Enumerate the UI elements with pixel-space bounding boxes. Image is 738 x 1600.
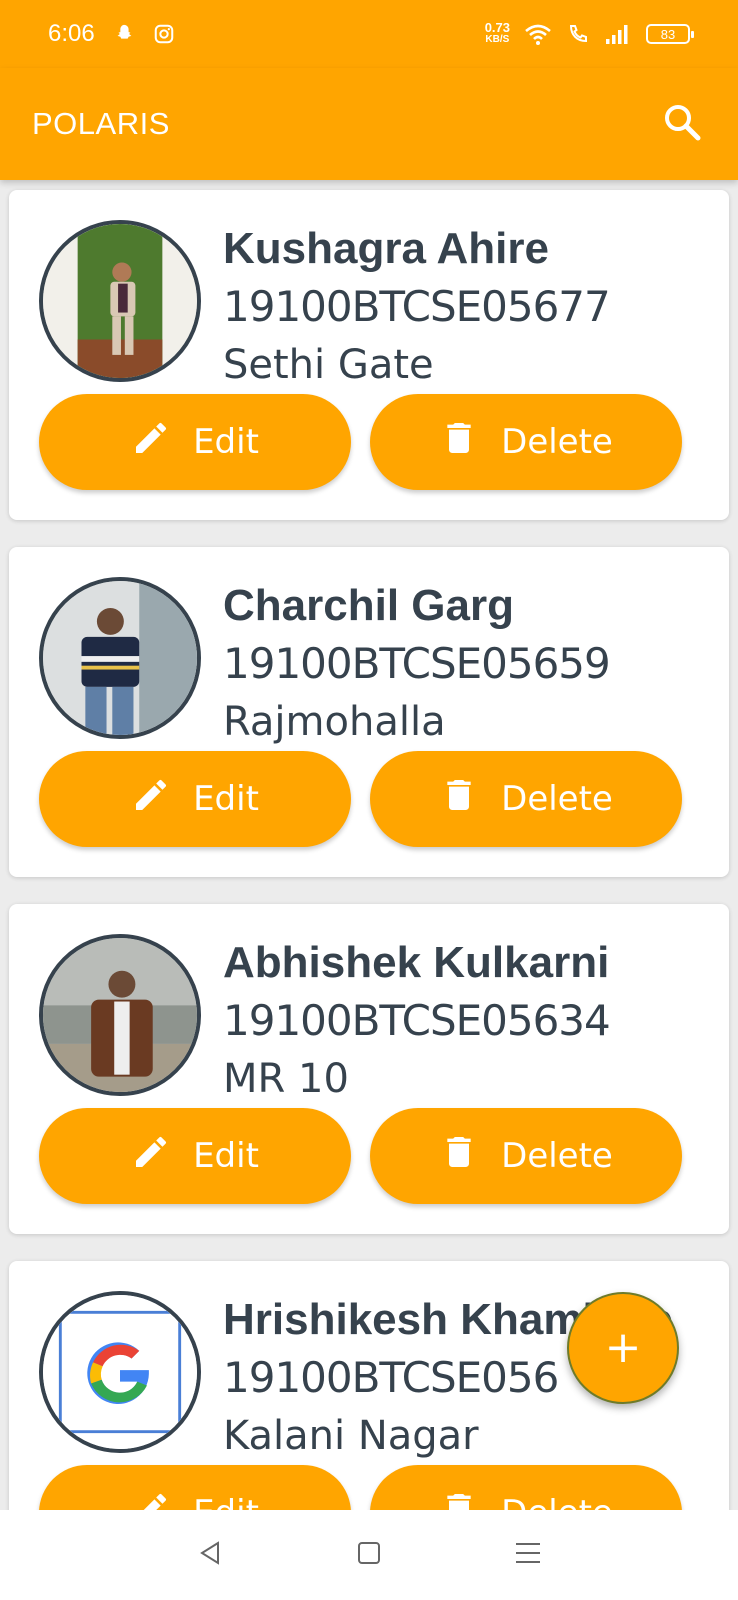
menu-lines-icon: [513, 1539, 543, 1571]
back-triangle-icon: [196, 1539, 224, 1571]
nav-home-button[interactable]: [345, 1531, 393, 1579]
search-button[interactable]: [658, 100, 706, 148]
battery-indicator: 83: [646, 24, 694, 44]
trash-icon: [439, 1132, 479, 1181]
pencil-icon: [131, 1489, 171, 1510]
pencil-icon: [131, 418, 171, 467]
student-address: Sethi Gate: [223, 342, 434, 388]
student-card: Kushagra Ahire 19100BTCSE05677 Sethi Gat…: [9, 190, 729, 520]
network-speed-unit: KB/S: [485, 34, 510, 45]
edit-button-label: Edit: [193, 1493, 259, 1510]
snapchat-icon: [113, 23, 135, 45]
student-name: Abhishek Kulkarni: [223, 938, 610, 987]
signal-icon: [604, 23, 632, 45]
network-speed-value: 0.73: [484, 20, 510, 35]
plus-icon: +: [604, 1322, 642, 1373]
network-speed: 0.73 KB/S: [484, 20, 510, 46]
delete-button[interactable]: Delete: [370, 1108, 682, 1204]
student-roll-number: 19100BTCSE05677: [223, 282, 611, 331]
student-card: Abhishek Kulkarni 19100BTCSE05634 MR 10 …: [9, 904, 729, 1234]
status-bar: 6:06 0.73 KB/S 83: [0, 0, 738, 68]
student-name: Charchil Garg: [223, 581, 514, 630]
edit-button-label: Edit: [193, 422, 259, 462]
nav-back-button[interactable]: [186, 1531, 234, 1579]
nav-menu-button[interactable]: [504, 1531, 552, 1579]
avatar[interactable]: [39, 577, 201, 739]
app-title: POLARIS: [32, 106, 170, 141]
system-nav-bar: [0, 1510, 738, 1600]
trash-icon: [439, 775, 479, 824]
avatar-photo: [43, 224, 197, 378]
delete-button[interactable]: Delete: [370, 751, 682, 847]
app-bar: POLARIS: [0, 68, 738, 180]
add-student-button[interactable]: +: [567, 1292, 679, 1404]
delete-button-label: Delete: [501, 1493, 613, 1510]
trash-icon: [439, 1489, 479, 1510]
edit-button[interactable]: Edit: [39, 394, 351, 490]
avatar-photo: [43, 581, 197, 735]
delete-button[interactable]: Delete: [370, 394, 682, 490]
student-roll-number: 19100BTCSE05634: [223, 996, 611, 1045]
avatar-photo: [43, 938, 197, 1092]
google-logo-icon: [43, 1295, 197, 1449]
wifi-icon: [524, 22, 552, 46]
search-icon: [662, 102, 702, 146]
student-name: Kushagra Ahire: [223, 224, 550, 273]
pencil-icon: [131, 775, 171, 824]
wifi-calling-icon: [566, 22, 590, 46]
edit-button-label: Edit: [193, 1136, 259, 1176]
avatar[interactable]: [39, 220, 201, 382]
student-info: Kushagra Ahire 19100BTCSE05677 Sethi Gat…: [223, 220, 719, 394]
delete-button-label: Delete: [501, 1136, 613, 1176]
pencil-icon: [131, 1132, 171, 1181]
home-square-icon: [355, 1539, 383, 1571]
battery-level: 83: [660, 26, 676, 42]
student-roll-number: 19100BTCSE05659: [223, 639, 611, 688]
student-info: Charchil Garg 19100BTCSE05659 Rajmohalla: [223, 577, 719, 751]
status-time: 6:06: [48, 20, 95, 47]
edit-button[interactable]: Edit: [39, 1465, 351, 1510]
avatar[interactable]: [39, 1291, 201, 1453]
avatar[interactable]: [39, 934, 201, 1096]
student-address: Rajmohalla: [223, 699, 446, 745]
edit-button-label: Edit: [193, 779, 259, 819]
delete-button-label: Delete: [501, 422, 613, 462]
edit-button[interactable]: Edit: [39, 751, 351, 847]
student-info: Abhishek Kulkarni 19100BTCSE05634 MR 10: [223, 934, 719, 1108]
student-address: Kalani Nagar: [223, 1413, 479, 1459]
student-card: Charchil Garg 19100BTCSE05659 Rajmohalla…: [9, 547, 729, 877]
edit-button[interactable]: Edit: [39, 1108, 351, 1204]
delete-button[interactable]: Delete: [370, 1465, 682, 1510]
instagram-icon: [153, 23, 175, 45]
delete-button-label: Delete: [501, 779, 613, 819]
trash-icon: [439, 418, 479, 467]
student-address: MR 10: [223, 1056, 349, 1102]
